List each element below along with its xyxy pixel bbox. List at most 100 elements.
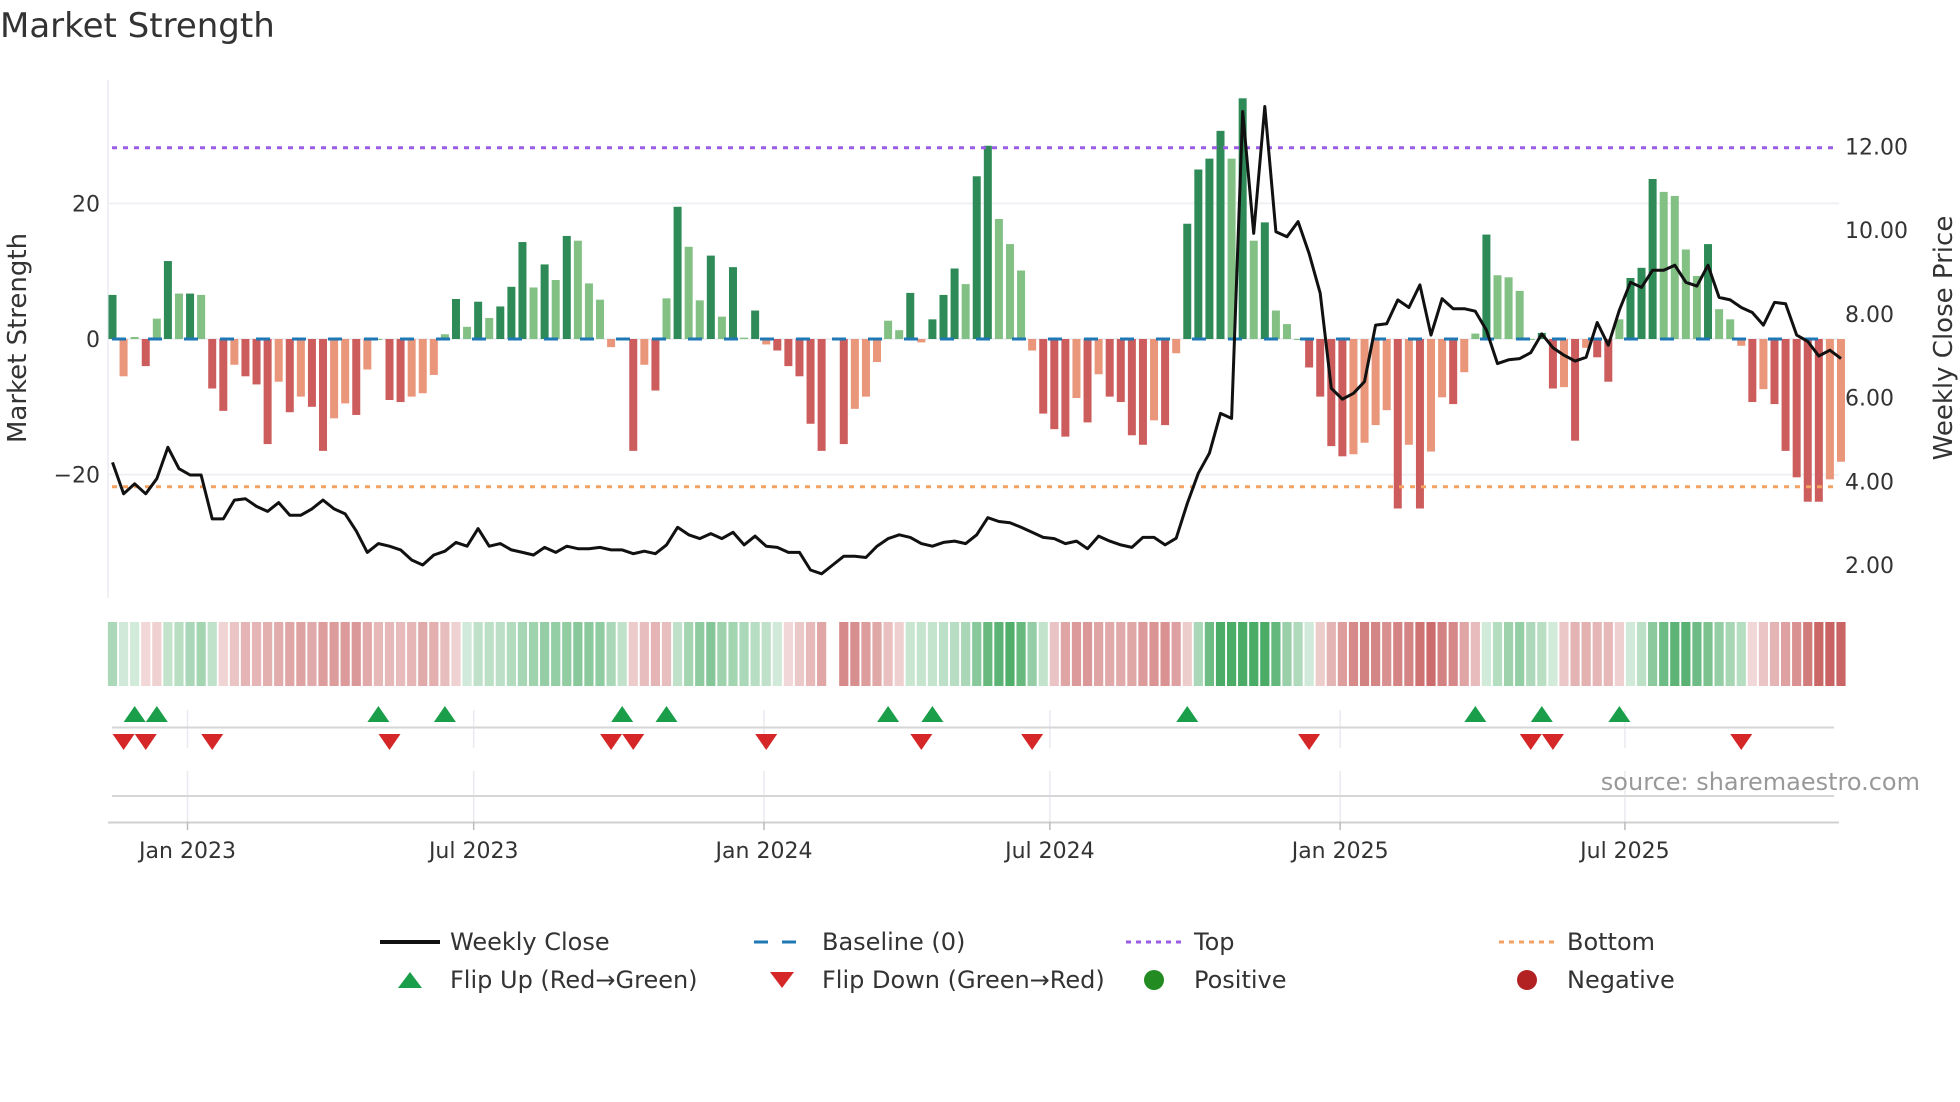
heat-cell	[1448, 622, 1458, 686]
positive-bar	[673, 206, 682, 339]
positive-bar	[684, 246, 693, 339]
positive-bar	[474, 301, 483, 339]
heat-cell	[961, 622, 971, 686]
positive-bar	[573, 240, 582, 339]
positive-bar	[130, 336, 139, 339]
flip-down-marker	[201, 734, 224, 750]
negative-bar	[352, 339, 361, 415]
negative-bar	[1172, 339, 1181, 354]
heat-cell	[1105, 622, 1115, 686]
positive-bar	[1637, 267, 1646, 339]
y2-tick-label: 10.00	[1845, 219, 1908, 244]
negative-bar	[640, 339, 649, 365]
heat-cell	[1348, 622, 1359, 686]
x-tick-label: Jul 2024	[1003, 839, 1095, 864]
heat-cell	[1204, 622, 1215, 686]
heat-cell	[1581, 622, 1591, 686]
heat-cell	[817, 622, 827, 686]
strength-bars	[108, 98, 1845, 509]
negative-bar	[1415, 339, 1424, 509]
y2-tick-label: 2.00	[1845, 554, 1894, 579]
heat-cell	[1559, 622, 1569, 686]
positive-bar	[906, 292, 915, 339]
heat-cell	[1160, 622, 1170, 686]
positive-bar	[507, 286, 516, 339]
flip-down-marker	[1519, 734, 1542, 750]
heat-cell	[1282, 622, 1292, 686]
positive-bar	[197, 294, 206, 339]
heat-cell	[1116, 622, 1126, 686]
heat-cell	[1503, 622, 1514, 686]
positive-bar	[928, 319, 937, 339]
market-strength-chart: 20 0 −20 12.00 10.00 8.00 6.00 4.00 2.00 Jan 2023…	[3, 80, 1959, 864]
heat-cell	[617, 622, 627, 686]
negative-bar	[1748, 339, 1757, 403]
heat-cell	[318, 622, 328, 686]
heat-cell	[251, 622, 262, 686]
heat-cell	[1603, 622, 1613, 686]
heat-cell	[1082, 622, 1093, 686]
heat-cell	[639, 622, 649, 686]
positive-bar	[1249, 240, 1258, 339]
negative-bar	[1759, 339, 1768, 390]
y-axis-title: Market Strength	[3, 233, 33, 443]
heat-cell	[805, 622, 816, 686]
heat-cell	[1238, 622, 1248, 686]
y-tick-label: 0	[86, 328, 100, 353]
x-tick-label: Jul 2023	[427, 839, 519, 864]
negative-bar	[1316, 339, 1325, 397]
negative-bar	[784, 339, 793, 367]
flip-up-marker	[367, 706, 390, 722]
heat-cell	[1747, 622, 1757, 686]
heat-cell	[1027, 622, 1037, 686]
heat-cell	[1592, 622, 1602, 686]
heat-cell	[916, 622, 926, 686]
positive-bar	[1648, 178, 1657, 339]
positive-bar	[740, 337, 749, 339]
heat-cell	[783, 622, 793, 686]
heat-cell	[196, 622, 206, 686]
heat-cell	[706, 622, 716, 686]
positive-bar	[108, 294, 117, 339]
positive-bar	[1704, 244, 1713, 339]
negative-bar	[773, 339, 782, 351]
positive-bar	[562, 235, 571, 339]
heat-cell	[1371, 622, 1381, 686]
negative-bar	[119, 339, 128, 377]
flip-down-marker	[378, 734, 401, 750]
heat-cell	[362, 622, 372, 686]
negative-bar	[1127, 339, 1136, 436]
positive-bar	[596, 299, 605, 339]
heat-cell	[1515, 622, 1525, 686]
negative-bar	[319, 339, 328, 451]
heat-cell	[739, 622, 749, 686]
heat-cell	[384, 622, 395, 686]
heat-cell	[1803, 622, 1813, 686]
heat-cell	[983, 622, 993, 686]
heat-cell	[1393, 622, 1403, 686]
negative-bar	[1050, 339, 1059, 430]
positive-bar	[584, 283, 593, 339]
negative-bar	[1094, 339, 1103, 375]
positive-bar	[994, 218, 1003, 339]
heat-cell	[1825, 622, 1835, 686]
positive-bar	[1515, 290, 1524, 339]
heat-cell	[750, 622, 760, 686]
positive-bar	[961, 284, 970, 339]
heat-cell	[695, 622, 705, 686]
heat-cell	[1005, 622, 1015, 686]
positive-bar	[695, 300, 704, 339]
heat-cell	[794, 622, 805, 686]
negative-bar	[1825, 339, 1834, 480]
negative-bar	[407, 339, 416, 397]
heat-cell	[1094, 622, 1104, 686]
negative-bar	[1814, 339, 1823, 502]
heat-cell	[418, 622, 428, 686]
heat-cell	[229, 622, 239, 686]
heat-cell	[1138, 622, 1148, 686]
heat-cell	[506, 622, 516, 686]
heat-cell	[540, 622, 550, 686]
negative-bar	[1593, 339, 1602, 358]
positive-bar	[1659, 191, 1668, 339]
heat-cell	[1271, 622, 1281, 686]
